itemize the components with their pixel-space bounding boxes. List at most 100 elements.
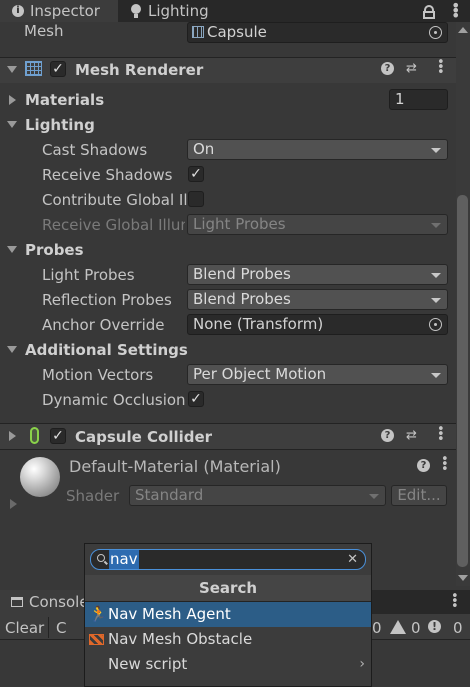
tab-lighting-label: Lighting — [148, 2, 209, 20]
console-tab-label: Console — [29, 593, 89, 611]
popup-header-label: Search — [198, 579, 258, 597]
reflection-probes-value: Blend Probes — [193, 290, 291, 308]
cast-shadows-dropdown[interactable]: On — [187, 139, 448, 160]
popup-item-nav-mesh-agent[interactable]: 🏃 Nav Mesh Agent — [85, 602, 371, 627]
receive-gi-label: Receive Global Illum — [42, 216, 185, 234]
dynamic-occlusion-label: Dynamic Occlusion — [42, 391, 186, 409]
chevron-down-icon — [369, 494, 379, 499]
search-input-text[interactable]: nav — [109, 550, 139, 569]
object-picker-icon[interactable] — [429, 26, 442, 39]
material-title: Default-Material (Material) — [69, 457, 281, 476]
console-collapse-button[interactable]: C — [56, 619, 66, 637]
materials-count-field[interactable]: 1 — [389, 89, 448, 110]
contribute-gi-label: Contribute Global Ill — [42, 191, 192, 209]
mesh-renderer-title: Mesh Renderer — [75, 61, 204, 79]
error-icon[interactable]: ! — [428, 620, 441, 633]
presets-icon[interactable]: ⇄ — [406, 62, 420, 75]
additional-settings-label[interactable]: Additional Settings — [25, 341, 188, 359]
scrollbar-up-arrow[interactable] — [458, 27, 468, 33]
shader-label: Shader — [66, 487, 120, 505]
mesh-label: Mesh — [24, 22, 64, 40]
lock-icon-body — [423, 11, 435, 19]
mesh-grid-icon — [192, 26, 204, 38]
cast-shadows-label: Cast Shadows — [42, 141, 148, 159]
dynamic-occlusion-checkbox[interactable]: ✓ — [188, 391, 204, 407]
warning-icon[interactable] — [390, 620, 406, 634]
component-menu-icon[interactable]: • • • — [437, 423, 445, 446]
popup-item-label: New script — [108, 655, 188, 673]
material-menu-icon[interactable]: • • • — [441, 453, 449, 476]
object-picker-icon[interactable] — [429, 318, 442, 331]
mesh-renderer-foldout-icon[interactable] — [7, 66, 17, 73]
shader-value: Standard — [135, 486, 204, 504]
lighting-section-label[interactable]: Lighting — [25, 116, 95, 134]
capsule-collider-enabled-checkbox[interactable]: ✓ — [50, 428, 66, 444]
mesh-renderer-component-icon — [25, 61, 42, 76]
info-icon: i — [12, 5, 24, 17]
scrollbar-thumb[interactable] — [457, 195, 468, 567]
info-count[interactable]: 0 — [372, 619, 382, 637]
materials-foldout-icon[interactable] — [9, 95, 16, 105]
lighting-foldout-icon[interactable] — [7, 121, 17, 128]
scrollbar-down-arrow[interactable] — [458, 575, 468, 581]
light-probes-label: Light Probes — [42, 266, 135, 284]
popup-item-nav-mesh-obstacle[interactable]: Nav Mesh Obstacle — [85, 627, 371, 652]
receive-gi-dropdown: Light Probes — [187, 214, 448, 235]
nav-mesh-obstacle-icon — [89, 634, 104, 645]
search-icon-handle — [104, 560, 108, 565]
reflection-probes-label: Reflection Probes — [42, 291, 172, 309]
clear-search-icon[interactable]: ✕ — [347, 550, 358, 569]
mesh-object-field[interactable]: Capsule — [187, 22, 448, 43]
edit-label: Edit... — [397, 486, 441, 504]
console-menu-icon[interactable]: • • • — [451, 590, 459, 613]
popup-header: Search — [85, 575, 371, 602]
add-component-popup: nav ✕ Search 🏃 Nav Mesh Agent Nav Mesh O… — [84, 543, 372, 687]
probes-foldout-icon[interactable] — [7, 246, 17, 253]
additional-settings-foldout-icon[interactable] — [7, 346, 17, 353]
reflection-probes-dropdown[interactable]: Blend Probes — [187, 289, 448, 310]
tab-inspector[interactable]: i Inspector — [0, 0, 118, 22]
anchor-override-field[interactable]: None (Transform) — [187, 314, 448, 335]
motion-vectors-label: Motion Vectors — [42, 366, 154, 384]
console-clear-button[interactable]: Clear — [5, 619, 44, 637]
help-icon[interactable]: ? — [417, 459, 430, 472]
materials-label[interactable]: Materials — [25, 91, 104, 109]
contribute-gi-checkbox[interactable] — [188, 191, 204, 207]
help-icon[interactable]: ? — [381, 62, 394, 75]
light-probes-dropdown[interactable]: Blend Probes — [187, 264, 448, 285]
warning-count[interactable]: 0 — [411, 619, 421, 637]
clear-dropdown-separator — [48, 617, 49, 638]
help-icon[interactable]: ? — [381, 429, 394, 442]
lightbulb-icon — [131, 4, 141, 14]
chevron-right-icon: › — [359, 656, 365, 672]
cast-shadows-value: On — [193, 140, 215, 158]
receive-shadows-label: Receive Shadows — [42, 166, 173, 184]
lightbulb-base — [134, 14, 138, 18]
popup-item-new-script[interactable]: New script › — [85, 652, 371, 677]
chevron-down-icon — [431, 298, 441, 303]
popup-item-label: Nav Mesh Obstacle — [108, 630, 253, 648]
shader-edit-button: Edit... — [391, 485, 447, 506]
component-menu-icon[interactable]: • • • — [437, 56, 445, 79]
light-probes-value: Blend Probes — [193, 265, 291, 283]
console-icon — [11, 597, 23, 607]
probes-section-label[interactable]: Probes — [25, 241, 84, 259]
error-count[interactable]: 0 — [453, 619, 463, 637]
material-foldout-icon[interactable] — [10, 499, 17, 509]
shader-dropdown: Standard — [129, 485, 386, 506]
capsule-collider-foldout-icon[interactable] — [9, 431, 16, 441]
anchor-override-label: Anchor Override — [42, 316, 165, 334]
popup-search-field[interactable]: nav ✕ — [90, 549, 366, 570]
capsule-collider-icon — [30, 427, 39, 444]
anchor-override-value: None (Transform) — [193, 315, 324, 333]
motion-vectors-value: Per Object Motion — [193, 365, 327, 383]
motion-vectors-dropdown[interactable]: Per Object Motion — [187, 364, 448, 385]
tab-lighting[interactable]: Lighting — [118, 0, 228, 22]
chevron-down-icon — [431, 223, 441, 228]
capsule-collider-title: Capsule Collider — [75, 428, 213, 446]
mesh-renderer-enabled-checkbox[interactable]: ✓ — [50, 61, 66, 77]
kebab-menu-icon[interactable]: ••• — [451, 0, 460, 24]
receive-shadows-checkbox[interactable]: ✓ — [188, 166, 204, 182]
presets-icon[interactable]: ⇄ — [406, 429, 420, 442]
receive-gi-value: Light Probes — [193, 215, 286, 233]
